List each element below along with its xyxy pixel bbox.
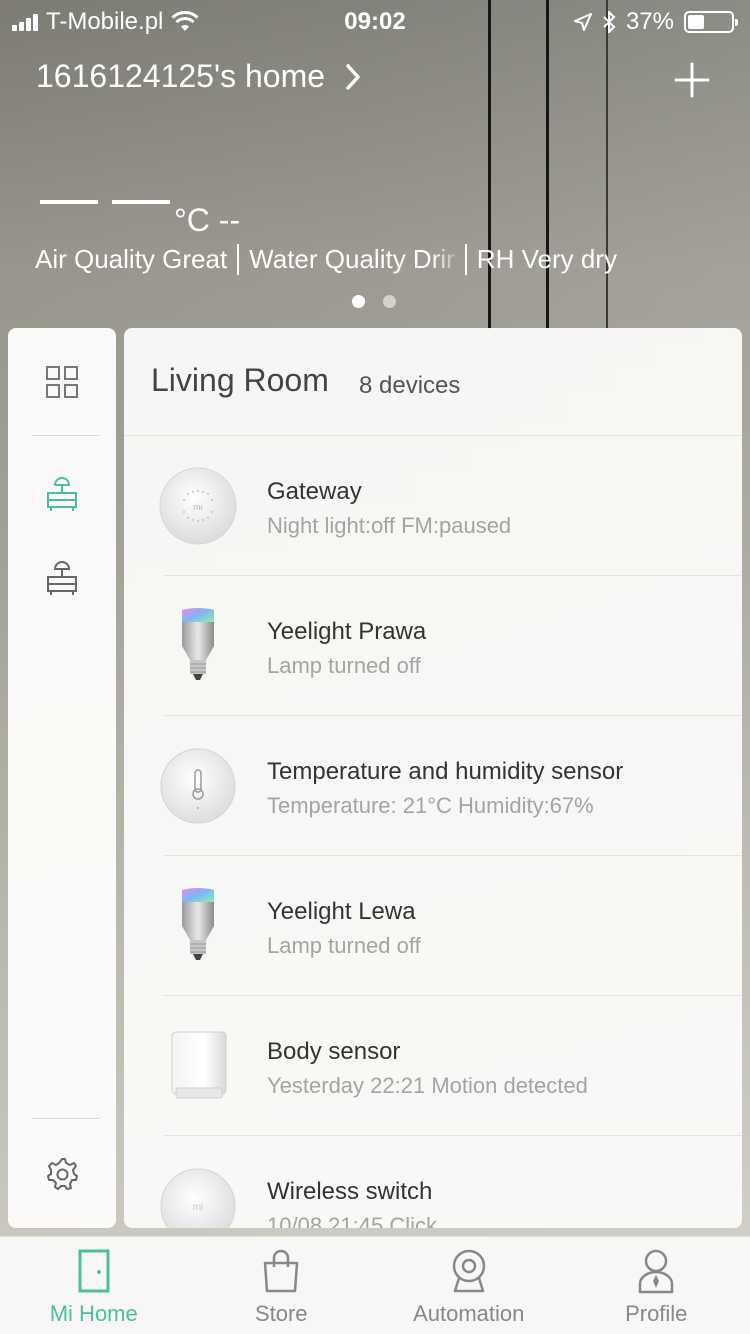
sidebar-divider — [32, 435, 100, 436]
room-name: Living Room — [151, 362, 329, 398]
humidity: RH Very dry — [464, 244, 627, 275]
profile-icon — [632, 1247, 680, 1295]
status-bar: T-Mobile.pl 09:02 37% — [0, 0, 750, 40]
temperature-placeholder — [40, 200, 170, 204]
temperature-unit: °C -- — [174, 202, 241, 238]
location-arrow-icon — [573, 13, 592, 31]
device-row-body-sensor[interactable]: Body sensor Yesterday 22:21 Motion detec… — [124, 996, 742, 1136]
device-name: Yeelight Prawa — [267, 618, 427, 645]
bulb-icon — [182, 608, 214, 680]
environment-summary[interactable]: Air Quality Great Water Quality Drir RH … — [35, 244, 715, 275]
device-row-wireless-switch[interactable]: mi Wireless switch 10/08 21:45 Click — [124, 1136, 742, 1228]
room-card: Living Room 8 devices mi Gateway Night l… — [124, 328, 742, 1228]
motion-sensor-icon — [171, 1031, 227, 1099]
automation-icon — [445, 1247, 493, 1295]
page-dot-active — [352, 295, 365, 308]
door-icon — [70, 1247, 118, 1295]
shopping-bag-icon — [257, 1247, 305, 1295]
svg-text:mi: mi — [193, 502, 203, 512]
home-name: 1616124125's home — [36, 58, 326, 94]
grid-icon[interactable] — [42, 362, 82, 402]
device-name: Body sensor — [267, 1038, 401, 1065]
status-right: 37% — [573, 8, 738, 36]
chevron-right-icon — [346, 63, 360, 90]
device-row-yeelight-prawa[interactable]: Yeelight Prawa Lamp turned off — [124, 576, 742, 716]
tab-mi-home[interactable]: Mi Home — [0, 1237, 188, 1334]
device-row-gateway[interactable]: mi Gateway Night light:off FM:paused — [124, 436, 742, 576]
thermometer-sensor-icon — [160, 748, 236, 824]
device-name: Yeelight Lewa — [267, 898, 416, 925]
page-indicator[interactable] — [352, 295, 396, 308]
device-name: Temperature and humidity sensor — [267, 758, 624, 785]
device-list: mi Gateway Night light:off FM:paused Yee… — [124, 436, 742, 1228]
device-status: Yesterday 22:21 Motion detected — [267, 1073, 588, 1098]
tab-label: Profile — [625, 1301, 688, 1326]
battery-percent: 37% — [625, 8, 674, 35]
device-row-yeelight-lewa[interactable]: Yeelight Lewa Lamp turned off — [124, 856, 742, 996]
device-status: Lamp turned off — [267, 933, 421, 958]
device-name: Wireless switch — [267, 1178, 433, 1205]
device-status: Temperature: 21°C Humidity:67% — [267, 793, 594, 818]
background-cable — [488, 0, 491, 330]
device-status: Night light:off FM:paused — [267, 513, 512, 538]
background-cable — [606, 0, 608, 330]
svg-text:mi: mi — [193, 1202, 204, 1213]
bluetooth-icon — [603, 11, 616, 33]
air-quality: Air Quality Great — [35, 244, 228, 274]
tab-label: Store — [254, 1301, 308, 1326]
battery-icon — [684, 11, 738, 33]
bedroom-icon[interactable] — [42, 558, 82, 598]
tab-bar: Mi Home Store Automation Profile — [0, 1236, 750, 1334]
tab-profile[interactable]: Profile — [563, 1237, 750, 1334]
sidebar-divider — [32, 1118, 100, 1119]
water-quality: Water Quality Drir — [237, 244, 465, 275]
device-name: Gateway — [267, 478, 362, 505]
tab-store[interactable]: Store — [188, 1237, 376, 1334]
add-icon[interactable] — [672, 60, 712, 100]
tab-label: Mi Home — [49, 1301, 138, 1326]
switch-icon: mi — [160, 1168, 236, 1228]
living-room-icon[interactable] — [42, 474, 82, 514]
room-sidebar — [8, 328, 116, 1228]
device-count: 8 devices — [359, 372, 461, 399]
settings-icon[interactable] — [42, 1154, 82, 1194]
gateway-icon: mi — [159, 467, 237, 545]
device-row-temp-humidity-sensor[interactable]: Temperature and humidity sensor Temperat… — [124, 716, 742, 856]
home-selector[interactable]: 1616124125's home — [36, 58, 361, 95]
tab-automation[interactable]: Automation — [375, 1237, 563, 1334]
tab-label: Automation — [413, 1301, 525, 1326]
room-header: Living Room 8 devices — [124, 328, 742, 436]
bulb-icon — [182, 888, 214, 960]
background-cable — [546, 0, 549, 330]
page-dot — [383, 295, 396, 308]
device-status: 10/08 21:45 Click — [267, 1213, 437, 1228]
device-status: Lamp turned off — [267, 653, 421, 678]
